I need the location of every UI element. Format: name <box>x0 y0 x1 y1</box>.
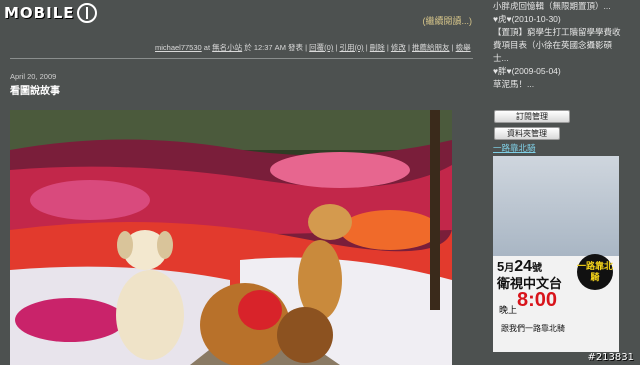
sidebar-post-date: ♥胖♥(2009-05-04) <box>493 66 561 76</box>
sidebar-post-date: ♥虎♥(2010-10-30) <box>493 14 561 24</box>
ad-logo: 一路靠北騎 <box>577 254 613 290</box>
ad-tagline: 跟我們一路靠北騎 <box>501 324 565 333</box>
folder-manage-button[interactable]: 資料夾管理 <box>494 127 560 140</box>
divider <box>10 58 473 59</box>
watermark: #213831 <box>587 352 634 363</box>
author-link[interactable]: michael77530 <box>155 43 202 52</box>
sidebar-post-link-cont[interactable]: 費項目表（小徐在英國念攝影碩 <box>489 39 640 52</box>
sidebar-post-link[interactable]: 【置頂】窮學生打工贖留學學費收 <box>489 26 640 39</box>
sidebar: 小胖虎回憶輯（無限期置頂）... ♥虎♥(2010-10-30) 【置頂】窮學生… <box>489 0 640 365</box>
continue-reading-link[interactable]: (繼續閱讀...) <box>423 14 473 27</box>
edit-link[interactable]: 修改 <box>391 43 406 52</box>
recommend-link[interactable]: 推薦給朋友 <box>412 43 450 52</box>
sidebar-post-link-cont[interactable]: 士... <box>489 52 640 65</box>
main-column: (繼續閱讀...) michael77530 at 無名小站 於 12:37 A… <box>0 0 482 365</box>
post-date: April 20, 2009 <box>10 72 57 81</box>
ad-evening: 晚上 <box>499 305 518 315</box>
trackback-link[interactable]: 引用(0) <box>339 43 363 52</box>
place-link[interactable]: 無名小站 <box>212 43 242 52</box>
sidebar-post-link[interactable]: 小胖虎回憶輯（無限期置頂）... <box>489 0 640 13</box>
sidebar-post-link[interactable]: 草泥馬！... <box>489 78 640 91</box>
meta-at: at <box>203 43 211 52</box>
reply-link[interactable]: 回覆(0) <box>309 43 333 52</box>
dogs-in-flowers-image <box>10 110 452 365</box>
ride-ad-link[interactable]: 一路靠北騎 <box>493 142 536 155</box>
ad-photo <box>493 156 619 256</box>
delete-link[interactable]: 刪除 <box>370 43 385 52</box>
report-link[interactable]: 檢舉 <box>456 43 471 52</box>
ride-ad-banner[interactable]: 5月24號 衛視中文台 晚上 8:00 跟我們一路靠北騎 一路靠北騎 <box>493 156 619 352</box>
post-photo <box>10 110 452 365</box>
post-time: 於 12:37 AM 發表 <box>244 43 304 52</box>
subscribe-manage-button[interactable]: 訂閱管理 <box>494 110 570 123</box>
ad-time: 8:00 <box>517 289 558 311</box>
ad-date: 5月24號 <box>497 258 543 275</box>
post-meta: michael77530 at 無名小站 於 12:37 AM 發表 | 回覆(… <box>155 43 471 52</box>
post-title: 看圖說故事 <box>10 86 60 97</box>
